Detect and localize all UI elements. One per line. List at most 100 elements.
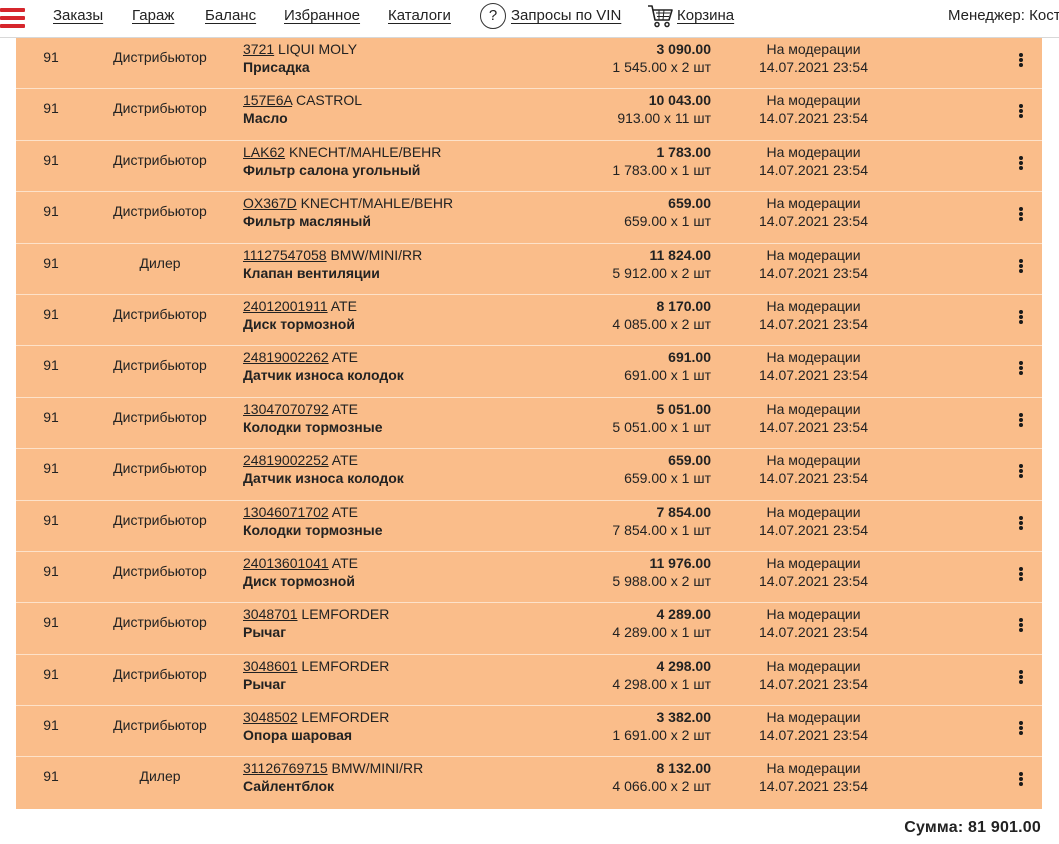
supplier-type: Дистрибьютор [113,511,207,528]
row-menu-button[interactable] [1010,152,1032,174]
row-menu-button[interactable] [1010,409,1032,431]
status-date: 14.07.2021 23:54 [759,367,868,384]
price-info: 8 170.00 4 085.00 x 2 шт [612,297,711,333]
part-name: Рычаг [243,624,287,641]
status-info: На модерации 14.07.2021 23:54 [756,246,871,282]
line-total: 3 090.00 [656,41,712,57]
row-menu-button[interactable] [1010,255,1032,277]
row-menu-button[interactable] [1010,614,1032,636]
status-text: На модерации [766,41,861,57]
part-name: Диск тормозной [243,315,355,332]
status-date: 14.07.2021 23:54 [759,315,868,332]
part-code-link[interactable]: 13046071702 [243,504,329,520]
supplier-type: Дилер [139,768,181,785]
row-menu-button[interactable] [1010,563,1032,585]
status-date: 14.07.2021 23:54 [759,418,868,435]
status-info: На модерации 14.07.2021 23:54 [756,554,871,590]
row-menu-button[interactable] [1010,203,1032,225]
row-menu-button[interactable] [1010,512,1032,534]
status-date: 14.07.2021 23:54 [759,161,868,178]
table-row: 91 Дистрибьютор 3048502 LEMFORDER Опора … [16,706,1042,758]
supplier-type: Дистрибьютор [113,100,207,117]
line-total: 1 783.00 [656,143,712,160]
part-name: Фильтр салона угольный [243,161,421,178]
price-info: 11 976.00 5 988.00 x 2 шт [612,554,711,590]
line-total: 4 298.00 [656,657,712,674]
kebab-menu-icon [1019,258,1023,273]
kebab-menu-icon [1019,772,1023,787]
nav-catalogs-link[interactable]: Каталоги [388,7,451,24]
question-circle-icon[interactable]: ? [480,3,506,29]
table-row: 91 Дилер 31126769715 BMW/MINI/RR Сайлент… [16,757,1042,809]
kebab-menu-icon [1019,155,1023,170]
status-date: 14.07.2021 23:54 [759,470,868,487]
status-info: На модерации 14.07.2021 23:54 [756,657,871,693]
nav-favorites-link[interactable]: Избранное [284,7,360,24]
status-text: На модерации [766,195,861,212]
kebab-menu-icon [1019,618,1023,633]
supplier-type: Дистрибьютор [113,665,207,682]
row-menu-button[interactable] [1010,717,1032,739]
row-menu-button[interactable] [1010,666,1032,688]
row-menu-button[interactable] [1010,460,1032,482]
row-number: 91 [43,768,59,785]
row-menu-button[interactable] [1010,768,1032,790]
part-code-link[interactable]: 3721 [243,41,274,57]
nav-orders-link[interactable]: Заказы [53,7,103,24]
part-code-link[interactable]: 11127547058 [243,247,327,263]
supplier-type: Дистрибьютор [113,614,207,631]
row-menu-button[interactable] [1010,306,1032,328]
row-number: 91 [43,511,59,528]
row-number: 91 [43,408,59,425]
row-menu-button[interactable] [1010,357,1032,379]
nav-cart-link[interactable]: Корзина [677,7,734,24]
part-code-link[interactable]: 3048601 [243,658,298,674]
nav-vin-requests-link[interactable]: Запросы по VIN [511,7,621,24]
cart-icon[interactable] [646,2,674,30]
part-info: 24013601041 ATE Диск тормозной [243,554,358,590]
part-code-link[interactable]: 24819002252 [243,452,329,468]
status-info: На модерации 14.07.2021 23:54 [756,297,871,333]
part-code-link[interactable]: 24012001911 [243,298,328,314]
top-navigation: Заказы Гараж Баланс Избранное Каталоги ?… [0,0,1059,38]
price-info: 659.00 659.00 x 1 шт [624,194,711,230]
kebab-menu-icon [1019,721,1023,736]
table-row: 91 Дистрибьютор 3721 LIQUI MOLY Присадка… [16,38,1042,90]
part-name: Масло [243,110,288,127]
status-text: На модерации [766,606,861,623]
part-brand: ATE [331,503,358,520]
line-total: 11 976.00 [649,554,711,571]
nav-balance-link[interactable]: Баланс [205,7,256,24]
part-code-link[interactable]: OX367D [243,195,297,211]
part-code-link[interactable]: 3048502 [243,709,298,725]
price-info: 5 051.00 5 051.00 x 1 шт [612,400,711,436]
row-number: 91 [43,151,59,168]
status-info: На модерации 14.07.2021 23:54 [756,348,871,384]
part-info: OX367D KNECHT/MAHLE/BEHR Фильтр масляный [243,194,453,230]
unit-price-qty: 659.00 x 1 шт [624,470,711,487]
price-info: 3 090.00 1 545.00 x 2 шт [612,40,711,76]
unit-price-qty: 1 545.00 x 2 шт [612,59,711,75]
part-code-link[interactable]: 157E6A [243,92,292,108]
part-code-link[interactable]: 13047070792 [243,401,329,417]
kebab-menu-icon [1019,412,1023,427]
manager-label[interactable]: Менеджер: Кост [948,7,1059,24]
hamburger-icon[interactable] [0,6,25,32]
line-total: 659.00 [668,452,711,469]
table-row: 91 Дистрибьютор 3048601 LEMFORDER Рычаг … [16,654,1042,707]
part-code-link[interactable]: 24819002262 [243,349,329,365]
hamburger-line [0,16,25,20]
nav-garage-link[interactable]: Гараж [132,7,174,24]
part-code-link[interactable]: LAK62 [243,144,285,160]
part-brand: LEMFORDER [301,606,390,623]
part-code-link[interactable]: 31126769715 [243,760,328,776]
row-menu-button[interactable] [1010,49,1032,71]
status-date: 14.07.2021 23:54 [759,572,868,589]
part-code-link[interactable]: 3048701 [243,606,298,622]
line-total: 3 382.00 [656,709,712,726]
part-code-link[interactable]: 24013601041 [243,555,329,571]
unit-price-qty: 7 854.00 x 1 шт [612,521,711,538]
row-menu-button[interactable] [1010,100,1032,122]
supplier-type: Дистрибьютор [113,357,207,374]
supplier-type: Дистрибьютор [113,203,207,220]
